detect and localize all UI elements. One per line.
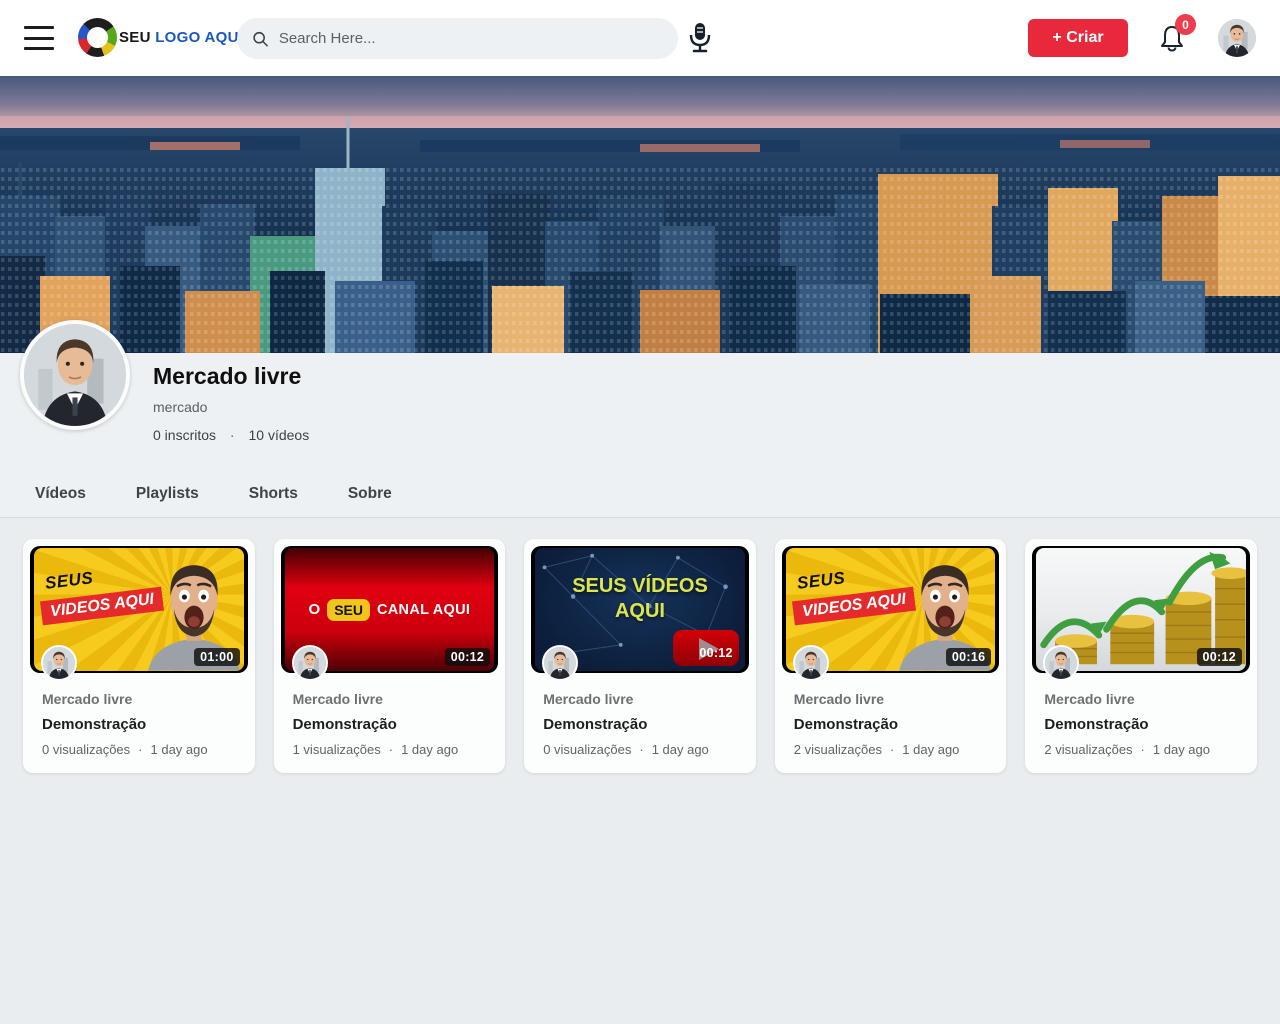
video-views: 2 visualizações xyxy=(1044,742,1132,757)
video-channel-avatar[interactable] xyxy=(292,645,328,681)
video-count: 10 vídeos xyxy=(248,427,309,443)
video-info: Mercado livre Demonstração 0 visualizaçõ… xyxy=(30,673,248,757)
video-title[interactable]: Demonstração xyxy=(1044,716,1240,733)
video-channel-name: Mercado livre xyxy=(1044,691,1240,707)
site-logo[interactable]: SEU LOGO AQUI xyxy=(78,18,243,57)
video-channel-avatar[interactable] xyxy=(793,645,829,681)
video-info: Mercado livre Demonstração 2 visualizaçõ… xyxy=(782,673,1000,757)
notification-count-badge: 0 xyxy=(1175,14,1196,35)
logo-shutter-icon xyxy=(78,18,117,57)
play-button-graphic: 00:12 xyxy=(673,630,739,666)
video-card: 00:12 Mercado livre Demonstração 2 visua… xyxy=(1025,539,1257,773)
video-card: O SEU CANAL AQUI 00:12 Mercado livre Dem… xyxy=(274,539,506,773)
video-duration: 00:12 xyxy=(1197,648,1242,666)
video-age: 1 day ago xyxy=(902,742,959,757)
thumb-text: O xyxy=(309,601,321,618)
channel-avatar xyxy=(20,320,130,430)
thumb-text: SEUS xyxy=(796,568,846,594)
video-meta: 0 visualizações · 1 day ago xyxy=(543,742,739,757)
notifications-button[interactable]: 0 xyxy=(1158,23,1186,53)
search-icon xyxy=(252,30,269,48)
logo-text-seu: SEU xyxy=(119,29,151,46)
video-info: Mercado livre Demonstração 0 visualizaçõ… xyxy=(531,673,749,757)
channel-stats: 0 inscritos · 10 vídeos xyxy=(153,427,309,443)
thumb-text: SEUS VÍDEOS AQUI xyxy=(535,574,745,624)
video-channel-name: Mercado livre xyxy=(794,691,990,707)
videos-content: SEUS VIDEOS AQUI 01:00 Mercado livre Dem… xyxy=(0,518,1280,1024)
video-duration: 00:16 xyxy=(946,648,991,666)
video-title[interactable]: Demonstração xyxy=(42,716,238,733)
channel-info: Mercado livre mercado 0 inscritos · 10 v… xyxy=(153,363,309,443)
subscriber-count: 0 inscritos xyxy=(153,427,216,443)
video-title[interactable]: Demonstração xyxy=(293,716,489,733)
meta-separator: · xyxy=(1141,742,1145,757)
video-meta: 0 visualizações · 1 day ago xyxy=(42,742,238,757)
video-meta: 1 visualizações · 1 day ago xyxy=(293,742,489,757)
video-views: 0 visualizações xyxy=(42,742,130,757)
video-title[interactable]: Demonstração xyxy=(794,716,990,733)
video-views: 1 visualizações xyxy=(293,742,381,757)
video-title[interactable]: Demonstração xyxy=(543,716,739,733)
search-bar[interactable] xyxy=(237,18,678,59)
tab-shorts[interactable]: Shorts xyxy=(249,478,298,517)
video-channel-name: Mercado livre xyxy=(42,691,238,707)
header-actions: + Criar 0 xyxy=(1028,0,1256,76)
video-views: 2 visualizações xyxy=(794,742,882,757)
channel-banner xyxy=(0,76,1280,353)
video-channel-name: Mercado livre xyxy=(293,691,489,707)
tab-about[interactable]: Sobre xyxy=(348,478,392,517)
video-card: SEUS VIDEOS AQUI 00:16 Mercado livre Dem… xyxy=(775,539,1007,773)
video-channel-avatar[interactable] xyxy=(41,645,77,681)
logo-text-aqui: LOGO AQUI xyxy=(155,29,243,46)
meta-separator: · xyxy=(639,742,643,757)
video-info: Mercado livre Demonstração 1 visualizaçõ… xyxy=(281,673,499,757)
video-age: 1 day ago xyxy=(652,742,709,757)
video-age: 1 day ago xyxy=(1153,742,1210,757)
user-avatar[interactable] xyxy=(1218,19,1256,57)
meta-separator: · xyxy=(389,742,393,757)
microphone-icon[interactable] xyxy=(688,22,712,54)
tab-videos[interactable]: Vídeos xyxy=(35,478,86,517)
thumb-text: SEU xyxy=(327,599,370,621)
video-duration: 00:12 xyxy=(445,648,490,666)
meta-separator: · xyxy=(138,742,142,757)
channel-handle: mercado xyxy=(153,399,309,415)
video-channel-avatar[interactable] xyxy=(542,645,578,681)
video-card: SEUS VÍDEOS AQUI 00:12 Mercado livre Dem… xyxy=(524,539,756,773)
menu-icon[interactable] xyxy=(24,26,54,50)
thumb-text: SEUS xyxy=(44,568,94,594)
channel-header: Mercado livre mercado 0 inscritos · 10 v… xyxy=(0,353,1280,518)
video-age: 1 day ago xyxy=(401,742,458,757)
channel-name: Mercado livre xyxy=(153,363,309,390)
video-channel-name: Mercado livre xyxy=(543,691,739,707)
search-input[interactable] xyxy=(279,30,663,47)
logo-text: SEU LOGO AQUI xyxy=(119,29,243,46)
tab-playlists[interactable]: Playlists xyxy=(136,478,199,517)
create-button[interactable]: + Criar xyxy=(1028,19,1128,57)
city-skyline-art xyxy=(0,76,1280,353)
meta-separator: · xyxy=(890,742,894,757)
top-navbar: SEU LOGO AQUI + Criar 0 xyxy=(0,0,1280,76)
video-info: Mercado livre Demonstração 2 visualizaçõ… xyxy=(1032,673,1250,757)
video-meta: 2 visualizações · 1 day ago xyxy=(794,742,990,757)
video-duration: 01:00 xyxy=(194,648,239,666)
video-age: 1 day ago xyxy=(151,742,208,757)
thumb-text: CANAL AQUI xyxy=(377,602,470,618)
channel-tabs: Vídeos Playlists Shorts Sobre xyxy=(0,478,1280,518)
video-duration: 00:12 xyxy=(699,646,732,660)
video-views: 0 visualizações xyxy=(543,742,631,757)
video-meta: 2 visualizações · 1 day ago xyxy=(1044,742,1240,757)
video-card: SEUS VIDEOS AQUI 01:00 Mercado livre Dem… xyxy=(23,539,255,773)
stats-separator: · xyxy=(230,427,235,443)
video-grid: SEUS VIDEOS AQUI 01:00 Mercado livre Dem… xyxy=(23,539,1257,773)
